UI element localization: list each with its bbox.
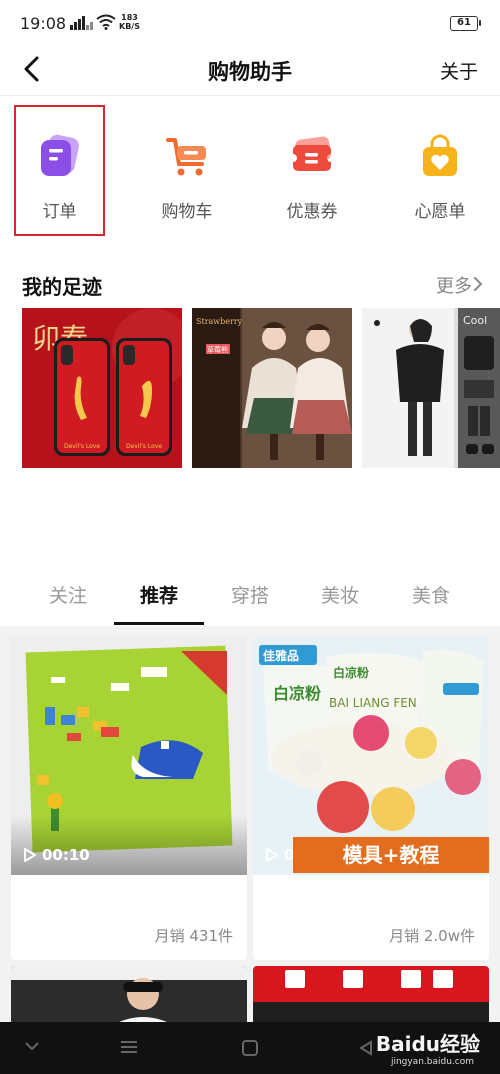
product-image: Strawberry Bear 草莓熊 [192, 308, 352, 468]
shortcut-row: 订单 购物车 优惠券 心愿单 [0, 100, 500, 236]
video-duration: 00:10 [42, 846, 90, 864]
thumb-text: Devil's Love [64, 443, 100, 450]
footprints-title: 我的足迹 [22, 275, 102, 299]
product-label: 白凉粉 [273, 684, 321, 703]
tab-outfits[interactable]: 穿搭 [200, 581, 300, 608]
menu-icon[interactable] [120, 1040, 138, 1054]
status-time: 19:08 [20, 14, 67, 33]
feed-card[interactable]: 00:10 月销 431件 [11, 637, 247, 960]
footprint-item-dress[interactable]: Strawberry Bear 草莓熊 [192, 308, 352, 468]
product-image: 卯春 Devil's Love Devil's Love [22, 308, 182, 468]
wishlist-icon [423, 134, 457, 176]
status-bar: 19:08 183 KB/S 61 [0, 0, 500, 44]
battery-icon: 61 [450, 16, 481, 31]
monthly-sales: 月销 2.0w件 [389, 927, 475, 945]
footprint-item-phone-case[interactable]: 卯春 Devil's Love Devil's Love [22, 308, 182, 468]
watermark-url: jingyan.baidu.com [390, 1057, 474, 1067]
feed-card[interactable]: 佳雅品 白凉粉 白凉粉 BAI LIANG FEN 00:22 模具+教程 月销… [253, 637, 489, 960]
product-label: 白凉粉 [333, 665, 369, 680]
product-label-en: BAI LIANG FEN [329, 696, 417, 710]
product-image: Cool [362, 308, 500, 468]
page-title: 购物助手 [208, 60, 292, 84]
thumb-text: Devil's Love [126, 443, 162, 450]
chevron-down-icon[interactable] [24, 1040, 40, 1052]
network-rate: 183 KB/S [119, 13, 140, 31]
shortcut-label: 订单 [42, 202, 77, 222]
network-rate-value: 183 [121, 13, 138, 22]
product-image [253, 966, 489, 1026]
order-icon [41, 134, 79, 176]
nav-bar: 购物助手 关于 [0, 44, 500, 96]
promo-banner: 模具+教程 [293, 837, 489, 873]
shortcut-label: 心愿单 [414, 202, 466, 222]
thumb-text: 草莓熊 [207, 345, 228, 354]
wifi-icon [96, 14, 116, 30]
shortcut-label: 购物车 [161, 202, 213, 222]
play-icon [24, 848, 36, 862]
footprints-more-link[interactable]: 更多 [436, 272, 472, 298]
network-rate-unit: KB/S [119, 22, 140, 31]
tab-follow[interactable]: 关注 [18, 581, 118, 608]
thumb-text: Cool [463, 314, 487, 327]
coupon-icon [293, 136, 331, 171]
monthly-sales: 月销 431件 [154, 927, 233, 945]
tab-recommended[interactable]: 推荐 [109, 581, 209, 608]
tab-makeup[interactable]: 美妆 [290, 581, 390, 608]
shortcut-cart[interactable]: 购物车 [125, 100, 249, 234]
feed-card[interactable] [253, 966, 489, 1026]
home-icon[interactable] [241, 1040, 259, 1056]
shortcut-wishlist[interactable]: 心愿单 [378, 100, 500, 234]
video-duration-badge: 00:10 [23, 842, 90, 868]
shortcut-coupons[interactable]: 优惠券 [250, 100, 374, 234]
cart-icon [166, 138, 206, 176]
about-button[interactable]: 关于 [440, 57, 478, 84]
footprint-item-outfit[interactable]: Cool [362, 308, 500, 468]
brand-label: 佳雅品 [263, 648, 299, 663]
tab-food[interactable]: 美食 [381, 581, 481, 608]
watermark: Baidu经验 [375, 1032, 480, 1056]
shortcut-label: 优惠券 [286, 202, 338, 222]
product-image [11, 637, 247, 875]
feed-card[interactable] [11, 966, 247, 1026]
chevron-right-icon[interactable] [472, 275, 484, 293]
signal-icon [70, 16, 93, 30]
back-triangle-icon[interactable] [358, 1040, 374, 1056]
feed-tabs: 关注 推荐 穿搭 美妆 美食 [0, 572, 500, 626]
tab-active-indicator [114, 622, 204, 625]
play-icon [266, 848, 278, 862]
shortcut-orders[interactable]: 订单 [14, 105, 105, 236]
product-image [11, 966, 247, 1026]
